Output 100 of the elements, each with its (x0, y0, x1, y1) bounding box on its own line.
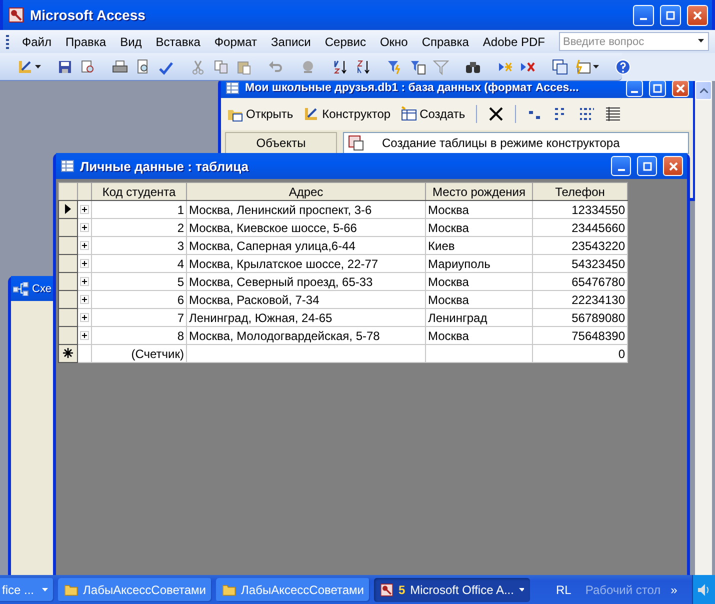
toolbar-label[interactable]: RL (556, 582, 572, 596)
menu-item[interactable]: Правка (58, 32, 114, 50)
toolbar-button[interactable]: Создать (398, 105, 468, 123)
list-view-icon (579, 106, 596, 122)
menu-item[interactable]: Окно (372, 32, 415, 50)
toolbar-button[interactable] (550, 56, 570, 76)
record-selector[interactable] (58, 308, 78, 326)
new-table-icon (400, 106, 417, 122)
close-icon (693, 10, 702, 20)
toolbar-button[interactable]: Конструктор (301, 105, 393, 123)
minimize-icon (631, 91, 638, 93)
record-selector[interactable] (58, 254, 78, 272)
printer-icon (112, 58, 128, 74)
toolbar-button[interactable]: Открыть (225, 105, 296, 123)
record-selector[interactable] (58, 218, 78, 236)
table-cell: 0 (532, 344, 628, 362)
maximize-icon (666, 10, 675, 20)
key-icon (380, 582, 394, 598)
close-button[interactable] (687, 4, 708, 26)
menu-item[interactable]: Справка (414, 32, 476, 50)
file-search-icon (80, 58, 96, 74)
expand-button[interactable] (80, 330, 89, 340)
close-button[interactable] (672, 81, 689, 96)
scrollbar[interactable] (695, 81, 712, 575)
form-icon (348, 135, 364, 151)
maximize-button[interactable] (649, 81, 666, 96)
object-list-item[interactable]: Создание таблицы в режиме конструктора (343, 132, 689, 154)
help-search-field[interactable]: Введите вопрос (559, 32, 709, 51)
key-icon (8, 7, 24, 23)
minimize-icon (618, 169, 624, 171)
menu-item[interactable]: Формат (207, 32, 264, 50)
expand-button[interactable] (80, 258, 89, 268)
table-cell: Москва, Саперная улица,6-44 (186, 236, 426, 254)
record-selector[interactable] (58, 200, 78, 218)
window-title: Мои школьные друзья.db1 : база данных (формат Acces... (245, 82, 580, 94)
new-record-icon (63, 348, 73, 358)
expand-button[interactable] (80, 204, 89, 214)
details-view-icon (605, 106, 622, 122)
column-header[interactable]: Место рождения (426, 182, 532, 200)
table-cell: Москва (426, 290, 532, 308)
scroll-up-icon (700, 88, 708, 93)
table-cell: Москва, Крылатское шоссе, 22-77 (186, 254, 426, 272)
table-cell: Москва (426, 272, 532, 290)
expand-button[interactable] (80, 276, 89, 286)
menu-item[interactable]: Записи (264, 32, 318, 50)
column-header[interactable]: Телефон (532, 182, 628, 200)
caret-icon (35, 64, 41, 68)
expand-button[interactable] (80, 312, 89, 322)
menu-item[interactable]: Adobe PDF (476, 32, 552, 50)
table-cell: 23543220 (532, 236, 628, 254)
window-title: Схе (32, 282, 52, 294)
taskbar-button[interactable]: fice ... (0, 578, 54, 602)
chevron-button[interactable]: » (670, 582, 678, 596)
windows-icon (552, 58, 568, 74)
relationships-icon (13, 282, 29, 296)
record-selector[interactable] (58, 236, 78, 254)
ruler-pencil-icon (17, 58, 33, 74)
expand-button[interactable] (80, 240, 89, 250)
table-cell: Мариуполь (426, 254, 532, 272)
expand-button[interactable] (80, 222, 89, 232)
table-cell: Ленинград (426, 308, 532, 326)
close-button[interactable] (663, 156, 683, 176)
table-cell: Москва, Северный проезд, 65-33 (186, 272, 426, 290)
scissors-icon (190, 58, 206, 74)
menu-item[interactable]: Сервис (318, 32, 373, 50)
delete-icon (488, 106, 504, 122)
menu-item[interactable]: Вставка (148, 32, 208, 50)
column-header[interactable]: Код студента (92, 182, 186, 200)
table-cell: 8 (92, 326, 186, 344)
current-record-icon (64, 204, 72, 214)
minimize-button[interactable] (611, 156, 631, 176)
filter-icon (387, 58, 403, 74)
taskbar-button[interactable]: 5 Microsoft Office A... (374, 578, 530, 602)
minimize-icon (640, 18, 647, 20)
maximize-button[interactable] (660, 4, 681, 26)
menu-item[interactable]: Файл (15, 32, 59, 50)
close-icon (676, 84, 685, 92)
new-object-icon (575, 58, 591, 74)
expand-button[interactable] (80, 294, 89, 304)
minimize-button[interactable] (626, 81, 643, 96)
objects-header[interactable]: Объекты (225, 132, 337, 154)
undo-icon (268, 58, 284, 74)
table-cell: Москва, Киевское шоссе, 5-66 (186, 218, 426, 236)
table-cell: 22234130 (532, 290, 628, 308)
column-header[interactable]: Адрес (186, 182, 426, 200)
minimize-button[interactable] (633, 4, 654, 26)
table-cell: Москва, Расковой, 7-34 (186, 290, 426, 308)
filter-form-icon (410, 58, 426, 74)
table-cell: (Счетчик) (92, 344, 186, 362)
table-cell: Москва, Ленинский проспект, 3-6 (186, 200, 426, 218)
taskbar-button[interactable]: ЛабыАксессСоветами (58, 578, 212, 602)
maximize-button[interactable] (637, 156, 657, 176)
copy-icon (213, 58, 229, 74)
menu-item[interactable]: Вид (113, 32, 149, 50)
taskbar-button[interactable]: ЛабыАксессСоветами (216, 578, 370, 602)
record-selector[interactable] (58, 326, 78, 344)
table-cell: 7 (92, 308, 186, 326)
table-cell: Москва (426, 326, 532, 344)
record-selector[interactable] (58, 272, 78, 290)
record-selector[interactable] (58, 290, 78, 308)
